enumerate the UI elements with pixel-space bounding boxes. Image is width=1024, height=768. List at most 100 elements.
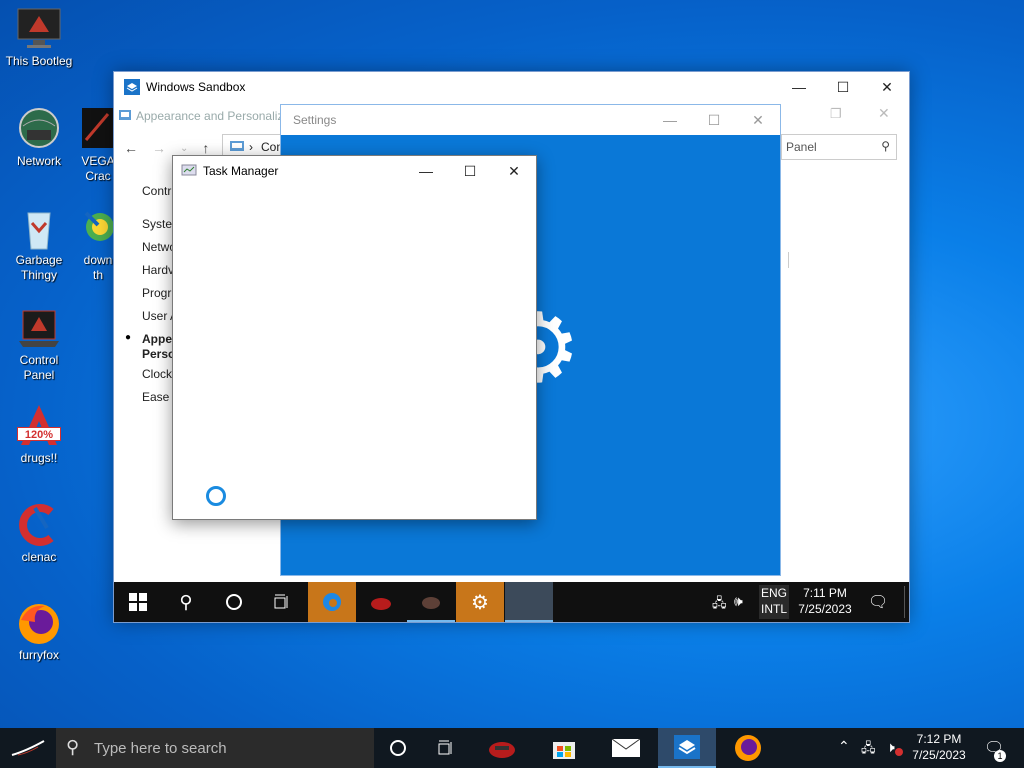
desktop-icon-drugs[interactable]: 120% drugs!! xyxy=(0,403,78,466)
search-icon[interactable]: ⚲ xyxy=(162,582,210,622)
app-taskbar-button[interactable] xyxy=(407,582,455,622)
side-link[interactable]: Progr xyxy=(142,286,171,301)
start-button[interactable] xyxy=(114,582,162,622)
clock[interactable]: 7:12 PM 7/25/2023 xyxy=(908,731,970,763)
maximize-button[interactable]: ☐ xyxy=(448,156,492,186)
sandbox-taskbar-button[interactable] xyxy=(658,728,716,768)
desktop-icon-network[interactable]: Network xyxy=(0,106,78,169)
store-taskbar-button[interactable] xyxy=(534,728,594,768)
minimize-button[interactable]: — xyxy=(777,72,821,102)
edge-icon xyxy=(323,593,341,611)
app-taskbar-button[interactable] xyxy=(472,728,532,768)
desktop-icon-furryfox[interactable]: furryfox xyxy=(0,600,78,663)
desktop-icon-label: clenac xyxy=(21,550,57,564)
task-manager-title: Task Manager xyxy=(203,164,279,178)
sandbox-icon xyxy=(674,735,700,759)
download-icon xyxy=(78,205,118,251)
app-taskbar-button[interactable] xyxy=(357,582,405,622)
notification-icon[interactable]: 🗨 xyxy=(868,592,888,612)
side-link[interactable]: Clock xyxy=(142,367,172,382)
minimize-button[interactable]: — xyxy=(404,156,448,186)
control-panel-title: Appearance and Personaliza xyxy=(136,109,291,123)
globe-icon xyxy=(15,106,63,152)
cp-close-button[interactable]: ✕ xyxy=(878,105,890,122)
close-button[interactable]: ✕ xyxy=(736,105,780,135)
cortana-icon[interactable] xyxy=(374,728,422,768)
task-view-icon[interactable] xyxy=(258,582,306,622)
forward-arrow-icon[interactable]: → xyxy=(152,140,166,156)
task-manager-icon xyxy=(181,164,197,178)
ccleaner-icon xyxy=(15,502,63,548)
settings-titlebar[interactable]: Settings — ☐ ✕ xyxy=(281,105,780,135)
side-link[interactable]: Hardv xyxy=(142,263,174,278)
up-arrow-icon[interactable]: ↑ xyxy=(202,140,209,156)
recycle-bin-icon xyxy=(15,205,63,251)
desktop-icon-label: drugs!! xyxy=(20,451,58,465)
sandbox-app-icon xyxy=(124,79,140,95)
close-button[interactable]: ✕ xyxy=(865,72,909,102)
acrobat-logo-icon: 120% xyxy=(15,403,63,449)
side-link[interactable]: Netwo xyxy=(142,240,176,255)
desktop-icon-label: Control Panel xyxy=(19,353,59,382)
back-arrow-icon[interactable]: ← xyxy=(124,140,138,156)
breadcrumb-chevron-icon: › xyxy=(249,140,253,154)
search-icon: ⚲ xyxy=(66,737,80,757)
start-button[interactable] xyxy=(0,728,56,768)
mail-icon xyxy=(611,738,641,757)
desktop-icon-control-panel[interactable]: Control Panel xyxy=(0,305,78,383)
search-icon[interactable]: ⚲ xyxy=(881,139,890,153)
clock-date: 7/25/2023 xyxy=(912,748,966,762)
chevron-up-icon[interactable]: ⌃ xyxy=(838,738,850,755)
desktop-icon-label: Garbage Thingy xyxy=(15,253,63,282)
search-placeholder: Type here to search xyxy=(94,739,227,757)
cortana-icon[interactable] xyxy=(210,582,258,622)
sandbox-taskbar: ⚲ ⚙ 🖧 🕪 ENG INTL 7:11 PM 7/25/2023 🗨 xyxy=(114,582,909,622)
desktop-icon-garbage-thingy[interactable]: Garbage Thingy xyxy=(0,205,78,283)
search-input[interactable]: ⚲ Type here to search xyxy=(56,728,374,768)
task-manager-titlebar[interactable]: Task Manager — ☐ ✕ xyxy=(173,156,536,186)
cp-restore-button[interactable]: ❐ xyxy=(830,106,842,122)
search-field[interactable]: Panel ⚲ xyxy=(779,134,897,160)
mute-badge xyxy=(895,748,903,756)
task-view-icon[interactable] xyxy=(422,728,470,768)
hat-icon xyxy=(422,597,440,609)
firefox-taskbar-button[interactable] xyxy=(718,728,778,768)
laptop-icon xyxy=(15,305,63,351)
language-indicator[interactable]: ENG INTL xyxy=(759,585,789,619)
clock[interactable]: 7:11 PM 7/25/2023 xyxy=(794,585,856,617)
minimize-button[interactable]: — xyxy=(648,105,692,135)
network-icon[interactable]: 🖧 xyxy=(861,739,876,761)
language-top: ENG xyxy=(760,586,787,600)
desktop-icon-this-bootleg[interactable]: This Bootleg xyxy=(0,6,78,69)
task-manager-taskbar-button[interactable] xyxy=(505,582,553,622)
clock-time: 7:11 PM xyxy=(803,586,847,600)
side-link[interactable]: Contr xyxy=(142,184,171,199)
host-taskbar: ⚲ Type here to search ⌃ 🖧 🕨 7:12 PM 7/25… xyxy=(0,728,1024,768)
settings-taskbar-button[interactable]: ⚙ xyxy=(456,582,504,622)
windows-logo-icon xyxy=(129,593,147,611)
sandbox-titlebar[interactable]: Windows Sandbox — ☐ ✕ xyxy=(114,72,909,102)
mail-taskbar-button[interactable] xyxy=(596,728,656,768)
vega-icon xyxy=(78,106,118,152)
task-manager-window[interactable]: Task Manager — ☐ ✕ xyxy=(172,155,537,520)
close-button[interactable]: ✕ xyxy=(492,156,536,186)
monitor-icon xyxy=(15,6,63,52)
maximize-button[interactable]: ☐ xyxy=(821,72,865,102)
search-placeholder: Panel xyxy=(786,140,817,154)
logo-icon xyxy=(11,740,45,756)
network-icon[interactable]: 🖧 xyxy=(712,594,727,616)
volume-muted-icon[interactable]: 🕨 xyxy=(886,739,895,756)
edge-taskbar-button[interactable] xyxy=(308,582,356,622)
chevron-down-icon[interactable]: ⌄ xyxy=(180,143,188,154)
volume-icon[interactable]: 🕪 xyxy=(734,593,743,610)
control-panel-small-icon xyxy=(229,140,245,154)
maximize-button[interactable]: ☐ xyxy=(692,105,736,135)
desktop-icon-clenac[interactable]: clenac xyxy=(0,502,78,565)
clock-date: 7/25/2023 xyxy=(798,602,852,616)
desktop-icon-label: Network xyxy=(16,154,61,168)
show-desktop-button[interactable] xyxy=(904,586,905,618)
firefox-icon xyxy=(15,600,63,646)
bullet-icon: ● xyxy=(125,332,132,343)
router-icon xyxy=(371,598,391,610)
side-link[interactable]: Syster xyxy=(142,217,176,232)
